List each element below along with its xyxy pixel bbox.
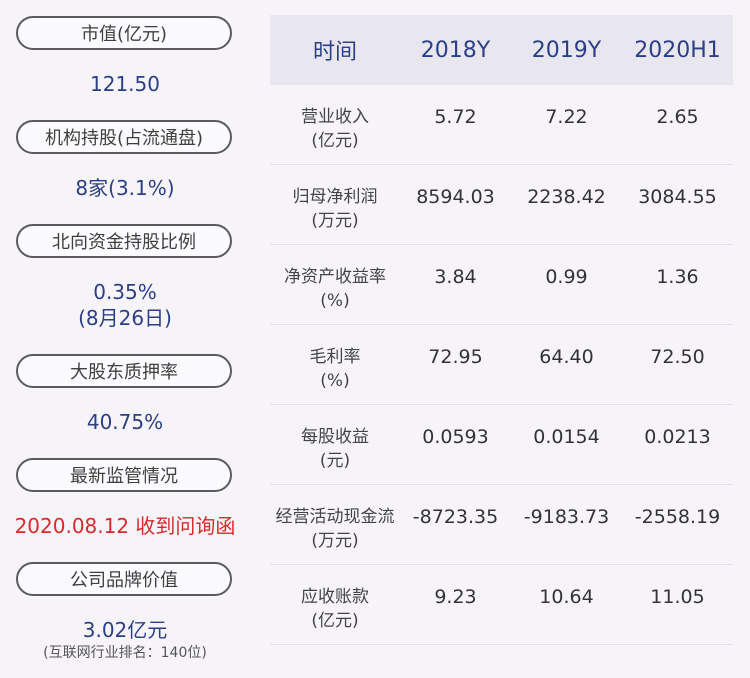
- northbound-holding-value: 0.35% (8月26日): [78, 280, 172, 330]
- cell-value: 0.0593: [422, 426, 489, 448]
- left-panel: 市值(亿元) 121.50 机构持股(占流通盘) 8家(3.1%) 北向资金持股…: [0, 0, 250, 678]
- cell-value: 5.72: [434, 106, 477, 128]
- market-cap-value: 121.50: [90, 72, 160, 96]
- cell-value: 72.50: [650, 346, 705, 368]
- market-cap-label: 市值(亿元): [16, 16, 232, 50]
- row-unit: (%): [320, 371, 350, 391]
- cell-value: 3.84: [434, 266, 477, 288]
- brand-rank-note: (互联网行业排名：140位): [43, 645, 207, 661]
- cell-value: -8723.35: [412, 506, 499, 528]
- table-row: 毛利率 (%) 72.95 64.40 72.50: [270, 325, 733, 405]
- row-unit: (万元): [311, 211, 359, 231]
- table-row: 每股收益 (元) 0.0593 0.0154 0.0213: [270, 405, 733, 485]
- cell-value: 72.95: [428, 346, 483, 368]
- cell-value: -9183.73: [523, 506, 610, 528]
- cell-value: 2.65: [656, 106, 699, 128]
- row-unit: (%): [320, 291, 350, 311]
- cell-value: -2558.19: [634, 506, 721, 528]
- northbound-holding-date: (8月26日): [78, 306, 172, 330]
- header-2019y: 2019Y: [531, 37, 602, 63]
- cell-value: 11.05: [650, 586, 705, 608]
- row-label: 归母净利润: [292, 187, 378, 207]
- header-period: 时间: [312, 40, 357, 65]
- cell-value: 10.64: [539, 586, 594, 608]
- cell-value: 0.99: [545, 266, 588, 288]
- table-row: 归母净利润 (万元) 8594.03 2238.42 3084.55: [270, 165, 733, 245]
- row-unit: (亿元): [311, 611, 359, 631]
- regulatory-status-label: 最新监管情况: [16, 458, 232, 492]
- header-2020h1: 2020H1: [634, 37, 721, 63]
- cell-value: 8594.03: [416, 186, 495, 208]
- brand-value: 3.02亿元 (互联网行业排名：140位): [0, 617, 250, 663]
- cell-value: 9.23: [434, 586, 477, 608]
- institution-holding-value: 8家(3.1%): [75, 176, 175, 200]
- cell-value: 2238.42: [527, 186, 606, 208]
- table-header: 时间 2018Y 2019Y 2020H1: [270, 15, 733, 85]
- table-row: 净资产收益率 (%) 3.84 0.99 1.36: [270, 245, 733, 325]
- cell-value: 1.36: [656, 266, 699, 288]
- financial-table: 时间 2018Y 2019Y 2020H1 营业收入 (亿元) 5.72 7.22…: [270, 15, 733, 645]
- pledge-rate-value: 40.75%: [86, 410, 164, 434]
- cell-value: 0.0154: [533, 426, 600, 448]
- regulatory-status-value: 2020.08.12 收到问询函: [14, 514, 236, 538]
- table-row: 应收账款 (亿元) 9.23 10.64 11.05: [270, 565, 733, 645]
- cell-value: 0.0213: [644, 426, 711, 448]
- row-label: 营业收入: [301, 107, 369, 127]
- header-2018y: 2018Y: [420, 37, 491, 63]
- row-label: 毛利率: [309, 347, 361, 367]
- table-row: 营业收入 (亿元) 5.72 7.22 2.65: [270, 85, 733, 165]
- row-label: 应收账款: [301, 587, 369, 607]
- table-row: 经营活动现金流 (万元) -8723.35 -9183.73 -2558.19: [270, 485, 733, 565]
- cell-value: 64.40: [539, 346, 594, 368]
- cell-value: 7.22: [545, 106, 588, 128]
- row-label: 经营活动现金流: [275, 507, 395, 527]
- row-unit: (亿元): [311, 131, 359, 151]
- pledge-rate-label: 大股东质押率: [16, 354, 232, 388]
- row-label: 净资产收益率: [284, 267, 386, 287]
- cell-value: 3084.55: [638, 186, 717, 208]
- institution-holding-label: 机构持股(占流通盘): [16, 120, 232, 154]
- row-unit: (元): [319, 451, 351, 471]
- row-unit: (万元): [311, 531, 359, 551]
- brand-value-label: 公司品牌价值: [16, 562, 232, 596]
- northbound-holding-label: 北向资金持股比例: [16, 224, 232, 258]
- row-label: 每股收益: [301, 427, 369, 447]
